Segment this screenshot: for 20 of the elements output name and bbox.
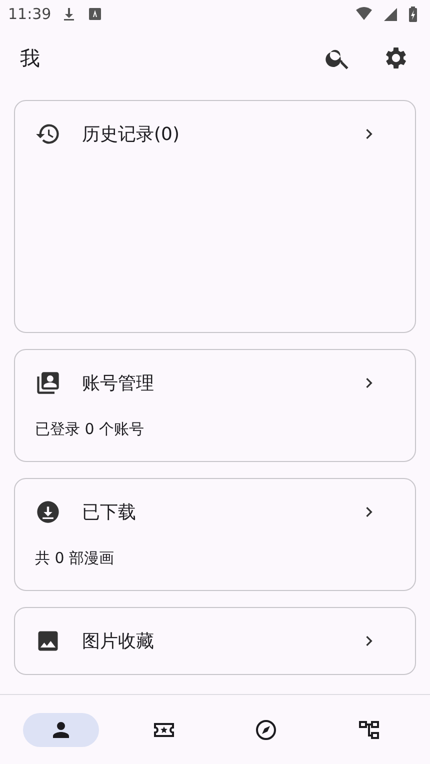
card-title: 已下载 bbox=[82, 501, 137, 524]
menu-card[interactable]: 已下载 共 0 部漫画 bbox=[14, 478, 416, 591]
wifi-icon bbox=[356, 6, 372, 22]
battery-icon bbox=[408, 6, 418, 22]
card-subtitle: 已登录 0 个账号 bbox=[35, 420, 146, 439]
card-title: 图片收藏 bbox=[82, 630, 155, 653]
menu-card[interactable]: 账号管理 已登录 0 个账号 bbox=[14, 349, 416, 462]
page-title: 我 bbox=[20, 44, 41, 72]
menu-card[interactable]: 历史记录(0) bbox=[14, 100, 416, 333]
card-title: 账号管理 bbox=[82, 372, 155, 395]
status-time: 11:39 bbox=[8, 5, 52, 23]
compass-icon bbox=[254, 718, 278, 742]
download-icon bbox=[35, 499, 61, 525]
signal-icon bbox=[382, 6, 398, 22]
nav-tab[interactable] bbox=[23, 712, 100, 746]
card-subtitle: 共 0 部漫画 bbox=[35, 549, 116, 568]
contacts-icon bbox=[35, 370, 61, 396]
keyboard-icon bbox=[87, 6, 104, 22]
card-title: 历史记录(0) bbox=[82, 123, 180, 146]
menu-card[interactable]: 图片收藏 bbox=[14, 607, 416, 675]
